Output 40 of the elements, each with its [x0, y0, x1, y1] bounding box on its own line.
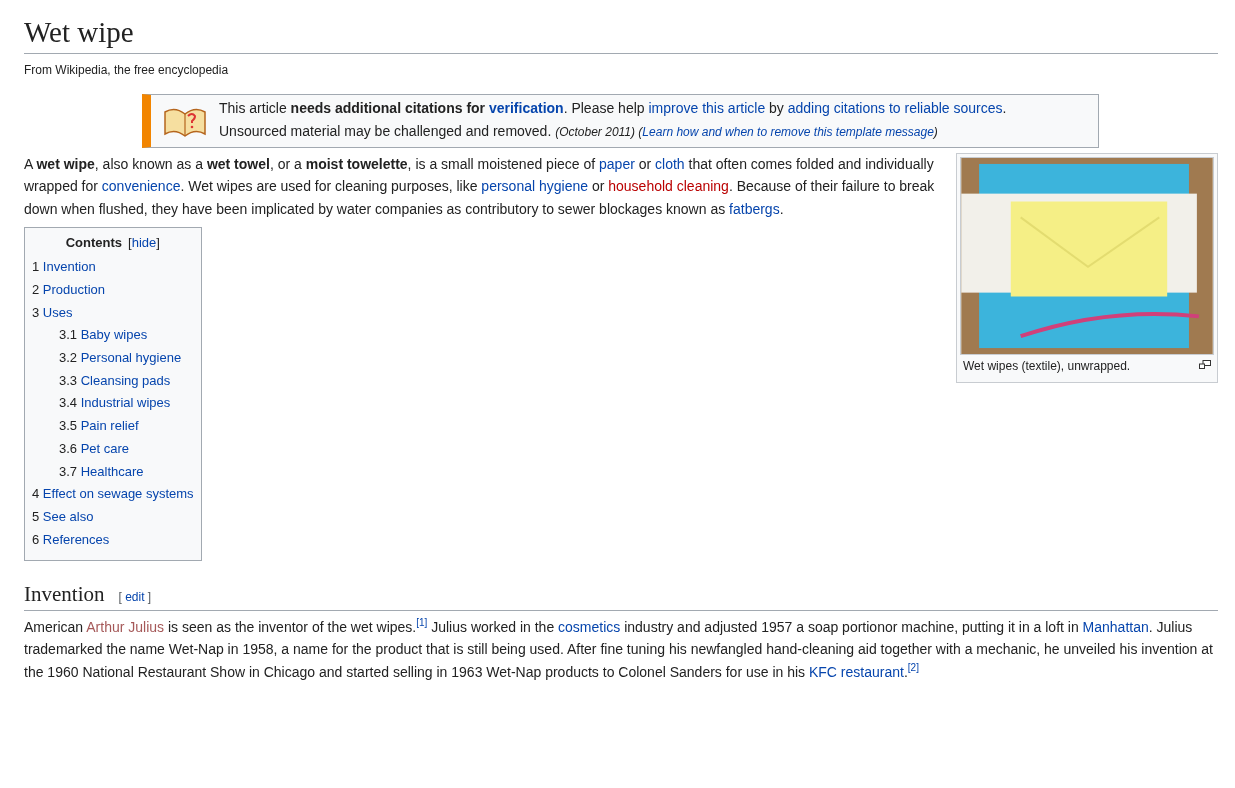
contents-item[interactable]: 1 Invention — [32, 256, 194, 279]
figure-caption: Wet wipes (textile), unwrapped. — [963, 358, 1131, 373]
link[interactable]: cosmetics — [558, 618, 621, 635]
link[interactable]: Arthur Julius — [86, 618, 165, 635]
contents-item[interactable]: 3 Uses — [32, 301, 194, 325]
contents-item[interactable]: 3.7 Healthcare — [32, 460, 194, 484]
contents-item[interactable]: 3.5 Pain relief — [32, 415, 194, 438]
contents-item[interactable]: 3.2 Personal hygiene — [32, 347, 194, 370]
notice-note: Unsourced material may be challenged and removed. (October 2011) (Learn how and when to remove this template message) — [219, 121, 939, 141]
link[interactable]: Manhattan — [1082, 618, 1149, 635]
hide-toggle[interactable]: [hide] — [128, 235, 160, 251]
tagline: From Wikipedia, the free encyclopedia — [24, 62, 230, 77]
page-title: Wet wipe — [24, 14, 1218, 54]
contents-item[interactable]: 3.6 Pet care — [32, 437, 194, 461]
notice-message: This article needs additional citations for verification. Please help improve this article by adding citations to reliable sources. — [219, 98, 1007, 118]
link[interactable]: improve this article — [648, 99, 766, 116]
link[interactable]: verification — [488, 99, 564, 116]
link[interactable]: KFC restaurant — [809, 663, 904, 680]
link[interactable]: paper — [599, 155, 635, 172]
link[interactable]: Learn how and when to remove this template message — [642, 124, 934, 139]
contents-item[interactable]: 3.4 Industrial wipes — [32, 392, 194, 416]
section-paragraph: American Arthur Julius is seen as the inventor of the wet wipes.$^{[1]}$ Julius worked in the cosmetics industry and adjusted 1957 a soap portionor machine, putting it in a loft in Manhattan. Julius trademarked the name Wet-Nap in 1958, a name for the product that is still being used. After fine tuning his newfangled hand-cleaning aid together with a mechanic, he unveiled his invention at the 1960 National Restaurant Show in Chicago and started selling in 1963 Wet-Nap products to Colonel Sanders for use in his KFC restaurant.$^{[2]}$ — [24, 616, 1214, 682]
contents-item[interactable]: 6 References — [32, 528, 194, 552]
contents-title: Contents — [65, 235, 123, 251]
contents-item[interactable]: 3.3 Cleansing pads — [32, 369, 194, 393]
reference-link[interactable]: [2] — [907, 662, 919, 674]
link[interactable]: personal hygiene — [481, 178, 588, 195]
enlarge-icon[interactable] — [1199, 359, 1211, 369]
link[interactable]: fatbergs — [729, 200, 780, 217]
contents-item[interactable]: 2 Production — [32, 278, 194, 302]
intro-paragraph: A wet wipe, also known as a wet towel, or a moist towelette, is a small moistened piece of paper or cloth that often comes folded and individually wrapped for convenience. Wet wipes are used for cleaning purposes, like personal hygiene or household cleaning. Because of their failure to break down when flushed, they have been implicated by water companies as contributory to sewer blockages known as fatbergs. — [24, 154, 936, 219]
contents-item[interactable]: 5 See also — [32, 505, 194, 529]
contents-item[interactable]: 3.1 Baby wipes — [32, 324, 194, 347]
reference-link[interactable]: [1] — [416, 617, 428, 629]
link[interactable]: cloth — [655, 155, 685, 172]
link[interactable]: adding citations to reliable sources — [787, 99, 1003, 116]
contents-item[interactable]: 4 Effect on sewage systems — [32, 483, 194, 506]
section-heading: Invention — [24, 581, 105, 609]
edit-link[interactable]: [ edit ] — [118, 590, 152, 605]
link[interactable]: household cleaning — [608, 178, 729, 195]
